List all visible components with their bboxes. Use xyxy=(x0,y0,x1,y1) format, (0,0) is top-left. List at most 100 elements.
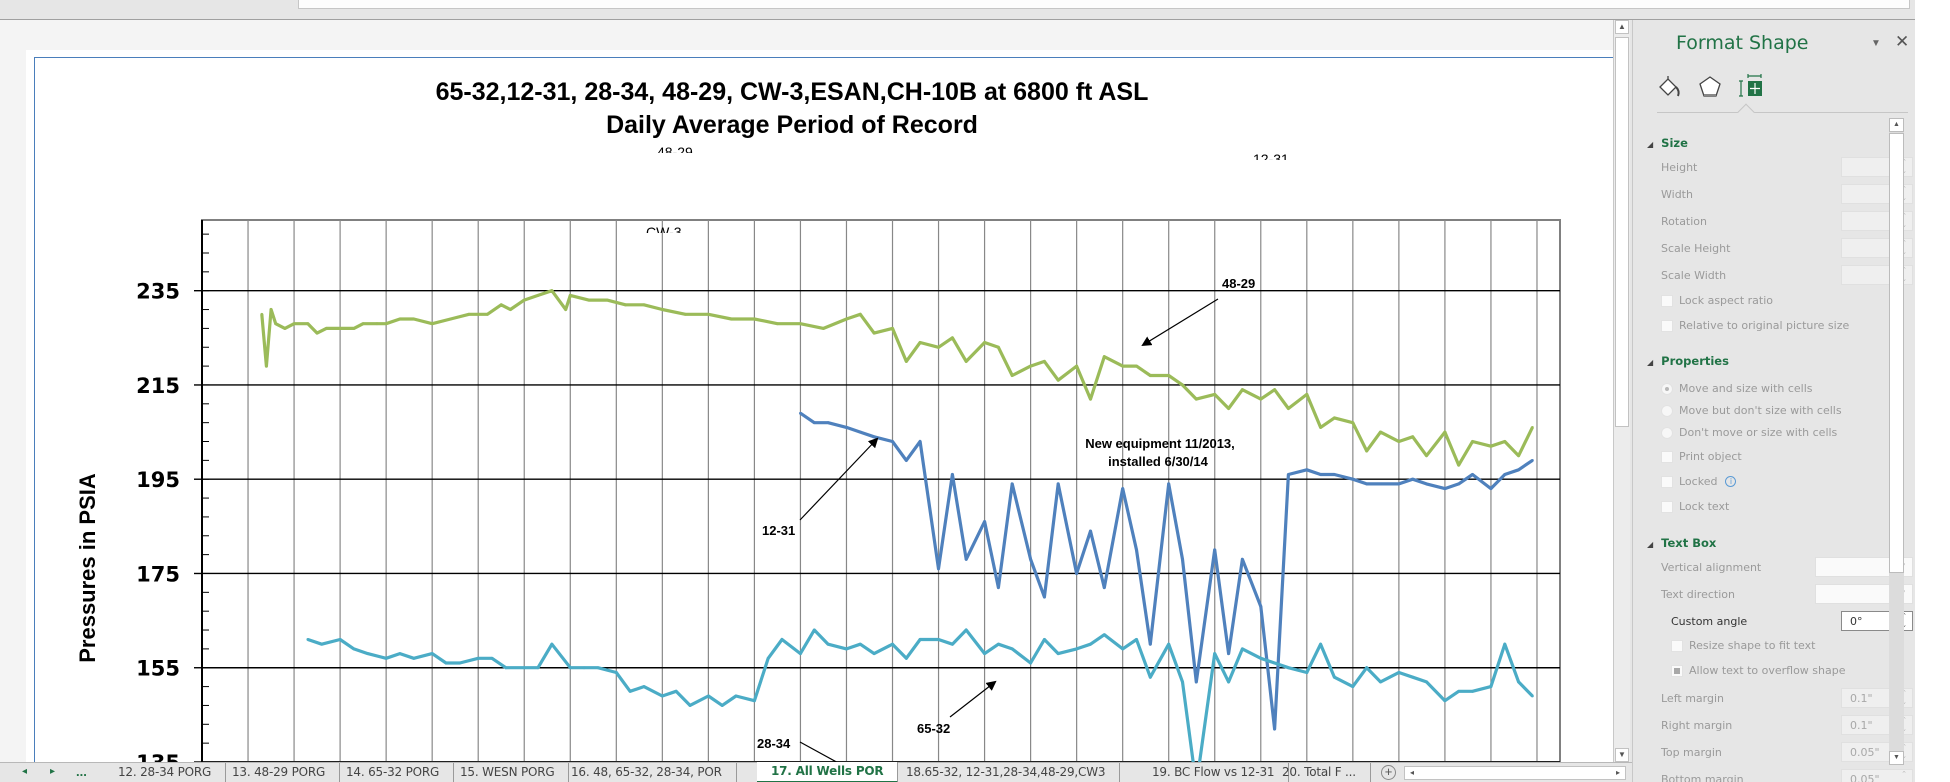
data-point-48-29 xyxy=(1121,364,1125,368)
section-text-box[interactable]: ◢ Text Box xyxy=(1647,536,1716,550)
fill-line-icon[interactable] xyxy=(1657,74,1683,100)
pane-scroll-up-button[interactable]: ▲ xyxy=(1889,118,1904,132)
rotation-label: Rotation xyxy=(1661,215,1708,228)
annotation-28-34[interactable]: 28-34 xyxy=(757,736,791,751)
data-point-12-31 xyxy=(950,473,954,476)
close-icon[interactable]: ✕ xyxy=(1895,32,1909,52)
data-point-65-32 xyxy=(642,685,646,688)
sheet-tab[interactable]: 12. 28-34 PORG xyxy=(104,763,227,782)
data-point-48-29 xyxy=(996,345,1000,349)
horizontal-scrollbar[interactable]: ◂ ▸ xyxy=(1404,766,1626,780)
lock-text-checkbox[interactable] xyxy=(1661,501,1673,513)
data-point-12-31 xyxy=(1121,487,1125,491)
annotation-new-equipment-line2[interactable]: installed 6/30/14 xyxy=(1108,454,1208,469)
sheet-tab[interactable]: 15. WESN PORG xyxy=(446,763,570,782)
data-point-65-32 xyxy=(858,642,862,646)
sheet-tab[interactable]: 14. 65-32 PORG xyxy=(332,763,455,782)
dont-move-radio[interactable] xyxy=(1661,427,1673,439)
annotation-new-equipment-line1[interactable]: New equipment 11/2013, xyxy=(1085,436,1235,451)
pane-vertical-scrollbar[interactable]: ▲ ▼ xyxy=(1889,118,1904,765)
size-properties-icon[interactable] xyxy=(1739,74,1765,100)
data-point-65-32 xyxy=(628,689,632,693)
sheet-tab[interactable]: 18.65-32, 12-31,28-34,48-29,CW3 xyxy=(892,763,1121,782)
more-sheets-button[interactable]: ... xyxy=(76,764,87,779)
data-point-48-29 xyxy=(375,322,379,326)
chart-title[interactable]: 65-32,12-31, 28-34, 48-29, CW-3,ESAN,CH-… xyxy=(436,78,1149,106)
data-point-48-29 xyxy=(0,450,1,453)
data-point-12-31 xyxy=(1365,482,1369,486)
worksheet-vertical-scrollbar[interactable]: ▲ ▼ xyxy=(1613,20,1630,762)
sheet-tab[interactable]: 16. 48, 65-32, 28-34, POR xyxy=(557,763,737,782)
bottom-margin-label: Bottom margin xyxy=(1661,773,1744,782)
scroll-thumb[interactable] xyxy=(1615,37,1629,427)
data-point-65-32 xyxy=(996,642,1000,646)
formula-bar-input[interactable] xyxy=(298,0,1910,9)
scroll-down-button[interactable]: ▼ xyxy=(1615,748,1629,762)
prev-sheet-icon[interactable]: ◂ xyxy=(22,766,27,777)
sheet-tab[interactable]: 13. 48-29 PORG xyxy=(218,763,341,782)
y-axis-title[interactable]: Pressures in PSIA xyxy=(75,473,100,663)
data-point-48-29 xyxy=(1259,397,1263,401)
data-point-65-32 xyxy=(799,652,802,655)
lock-aspect-ratio-checkbox[interactable] xyxy=(1661,295,1673,307)
sheet-tab[interactable]: 17. All Wells POR xyxy=(757,762,899,782)
data-point-48-29 xyxy=(467,312,471,316)
data-point-65-32 xyxy=(1397,671,1401,674)
allow-overflow-checkbox[interactable] xyxy=(1671,665,1683,677)
data-point-65-32 xyxy=(490,656,494,660)
data-point-48-29 xyxy=(729,317,733,321)
data-point-48-29 xyxy=(550,289,554,293)
data-point-65-32 xyxy=(1319,642,1323,646)
data-point-12-31 xyxy=(1351,477,1355,481)
data-point-12-31 xyxy=(1148,642,1152,646)
data-point-65-32 xyxy=(430,652,434,655)
resize-shape-label: Resize shape to fit text xyxy=(1689,639,1816,652)
print-object-checkbox[interactable] xyxy=(1661,451,1673,463)
move-dont-size-label: Move but don't size with cells xyxy=(1679,404,1842,417)
lock-aspect-ratio-label: Lock aspect ratio xyxy=(1679,294,1774,307)
relative-size-checkbox[interactable] xyxy=(1661,320,1673,332)
annotation-48-29[interactable]: 48-29 xyxy=(1222,276,1255,291)
chart-subtitle[interactable]: Daily Average Period of Record xyxy=(606,111,978,139)
data-point-12-31 xyxy=(872,435,876,439)
data-point-12-31 xyxy=(1194,680,1198,684)
clipped-label-12-31: 12-31 xyxy=(1253,151,1289,167)
data-point-65-32 xyxy=(412,656,416,660)
data-point-65-32 xyxy=(1043,638,1046,641)
data-point-12-31 xyxy=(904,458,908,462)
bottom-margin-input[interactable]: 0.05"⌃⌄ xyxy=(1841,769,1913,782)
sheet-tab[interactable]: 20. Total F ... xyxy=(1268,763,1371,782)
data-point-65-32 xyxy=(812,628,816,632)
add-sheet-icon[interactable]: + xyxy=(1381,765,1396,780)
section-size[interactable]: ◢ Size xyxy=(1647,136,1688,150)
format-shape-pane: Format Shape ▼ ✕ ◢ Size Height ⌃ ⌄ Width ⌃… xyxy=(1632,20,1915,782)
data-point-65-32 xyxy=(582,666,586,670)
data-point-48-29 xyxy=(568,294,572,297)
section-properties[interactable]: ◢ Properties xyxy=(1647,354,1729,368)
resize-shape-checkbox[interactable] xyxy=(1671,640,1683,652)
pane-scroll-down-button[interactable]: ▼ xyxy=(1889,751,1904,765)
pane-scroll-thumb[interactable] xyxy=(1889,133,1904,573)
data-point-65-32 xyxy=(1411,675,1415,679)
text-direction-label: Text direction xyxy=(1661,588,1735,601)
data-point-65-32 xyxy=(937,638,940,641)
sheet-tab[interactable]: 19. BC Flow vs 12-31 xyxy=(1138,763,1290,782)
y-tick-labels: 235 215 195 175 155 135 xyxy=(136,280,180,762)
move-dont-size-radio[interactable] xyxy=(1661,405,1673,417)
pressure-chart[interactable]: 65-32,12-31, 28-34, 48-29, CW-3,ESAN,CH-… xyxy=(0,20,1613,762)
data-point-12-31 xyxy=(964,557,968,561)
scroll-up-button[interactable]: ▲ xyxy=(1615,20,1629,34)
move-and-size-radio[interactable] xyxy=(1661,383,1673,395)
scroll-left-icon[interactable]: ◂ xyxy=(1405,767,1419,779)
scroll-right-icon[interactable]: ▸ xyxy=(1611,767,1625,779)
pane-options-icon[interactable]: ▼ xyxy=(1871,38,1881,49)
next-sheet-icon[interactable]: ▸ xyxy=(50,766,55,777)
data-point-48-29 xyxy=(260,312,264,316)
data-point-48-29 xyxy=(536,294,540,297)
info-icon[interactable]: i xyxy=(1725,476,1737,487)
annotation-12-31[interactable]: 12-31 xyxy=(762,523,795,538)
effects-icon[interactable] xyxy=(1697,74,1723,100)
data-point-65-32 xyxy=(1425,680,1428,684)
annotation-65-32[interactable]: 65-32 xyxy=(917,721,950,736)
locked-checkbox[interactable] xyxy=(1661,476,1673,488)
